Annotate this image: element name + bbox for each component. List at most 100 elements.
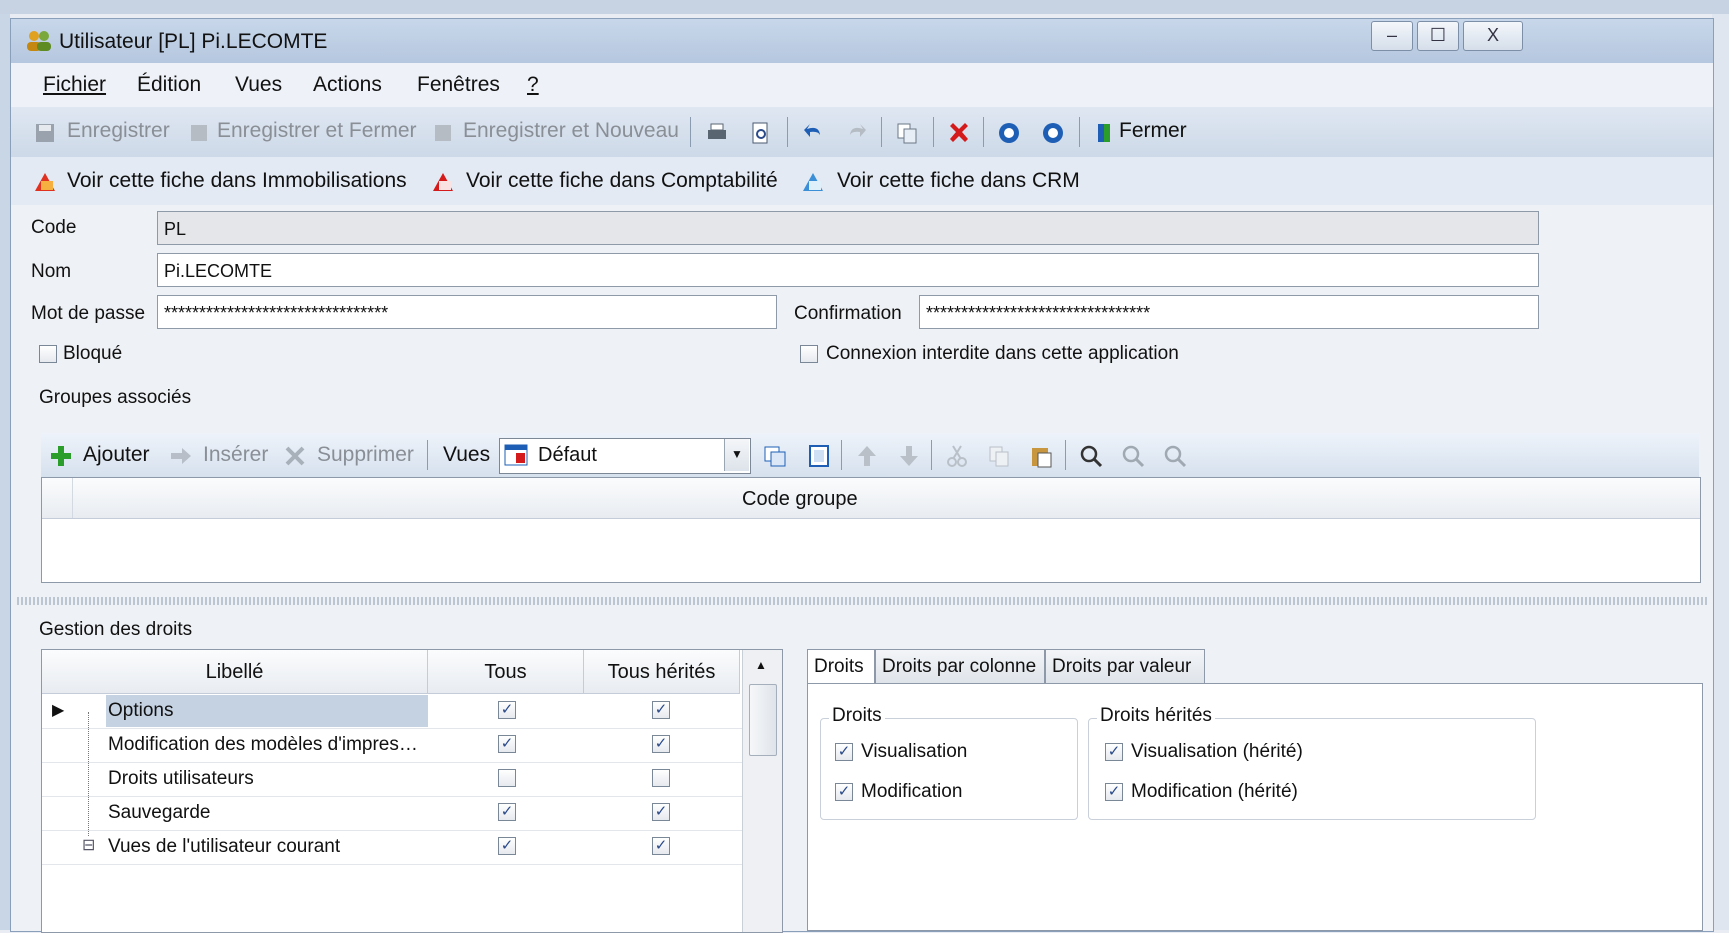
table-row[interactable]: ⊟ Vues de l'utilisateur courant ✓ ✓ bbox=[42, 830, 782, 865]
maximize-button[interactable]: ☐ bbox=[1417, 21, 1459, 51]
menu-fenetres[interactable]: Fenêtres bbox=[417, 73, 500, 97]
table-row[interactable]: Droits utilisateurs bbox=[42, 762, 782, 797]
arrow-up-icon[interactable] bbox=[855, 444, 879, 468]
modification-herite-checkbox[interactable]: ✓ bbox=[1105, 783, 1123, 801]
toolbar-separator bbox=[983, 117, 984, 147]
save-button[interactable]: Enregistrer bbox=[67, 119, 170, 143]
table-row[interactable]: ▶ Options ✓ ✓ bbox=[42, 694, 782, 729]
layout-icon[interactable] bbox=[807, 444, 831, 468]
table-row[interactable]: Modification des modèles d'impres… ✓ ✓ bbox=[42, 728, 782, 763]
background-app-strip bbox=[0, 0, 1729, 14]
password-label: Mot de passe bbox=[31, 303, 146, 324]
column-tous-herites[interactable]: Tous hérités bbox=[584, 650, 740, 694]
close-window-button[interactable]: X bbox=[1463, 21, 1523, 51]
tous-checkbox[interactable] bbox=[498, 769, 516, 787]
groups-grid: Code groupe bbox=[41, 477, 1701, 583]
scroll-up-icon[interactable]: ▲ bbox=[755, 658, 767, 672]
menu-fichier[interactable]: Fichier bbox=[43, 73, 106, 97]
droits-group-title: Droits bbox=[829, 705, 885, 727]
row-label: Droits utilisateurs bbox=[108, 768, 254, 789]
tous-herites-checkbox[interactable]: ✓ bbox=[652, 837, 670, 855]
exit-door-icon bbox=[1098, 124, 1110, 142]
undo-icon[interactable] bbox=[801, 121, 825, 145]
modification-checkbox[interactable]: ✓ bbox=[835, 783, 853, 801]
table-row[interactable]: Sauvegarde ✓ ✓ bbox=[42, 796, 782, 831]
next-record-icon[interactable] bbox=[1041, 121, 1065, 145]
add-button[interactable]: Ajouter bbox=[83, 443, 150, 467]
confirmation-label: Confirmation bbox=[794, 303, 902, 324]
print-icon[interactable] bbox=[705, 121, 729, 145]
visualisation-checkbox[interactable]: ✓ bbox=[835, 743, 853, 761]
tous-herites-checkbox[interactable]: ✓ bbox=[652, 735, 670, 753]
paste-icon[interactable] bbox=[1029, 444, 1053, 468]
scrollbar[interactable]: ▲ bbox=[742, 650, 782, 932]
password-field[interactable]: ******************************** bbox=[157, 295, 777, 329]
scrollbar-thumb[interactable] bbox=[749, 684, 777, 756]
columns-icon[interactable] bbox=[763, 444, 787, 468]
tous-herites-checkbox[interactable]: ✓ bbox=[652, 803, 670, 821]
chevron-down-icon[interactable]: ▼ bbox=[724, 439, 749, 471]
tous-herites-checkbox[interactable] bbox=[652, 769, 670, 787]
background-app-left bbox=[0, 14, 10, 930]
insert-button[interactable]: Insérer bbox=[203, 443, 268, 467]
search-icon[interactable] bbox=[1079, 444, 1103, 468]
nom-field[interactable]: Pi.LECOMTE bbox=[157, 253, 1539, 287]
tree-line bbox=[88, 712, 90, 836]
tab-droits-par-colonne[interactable]: Droits par colonne bbox=[875, 649, 1045, 683]
column-code-groupe[interactable]: Code groupe bbox=[742, 488, 858, 511]
tous-herites-checkbox[interactable]: ✓ bbox=[652, 701, 670, 719]
droits-herites-group-title: Droits hérités bbox=[1097, 705, 1215, 727]
column-tous[interactable]: Tous bbox=[428, 650, 584, 694]
visualisation-label: Visualisation bbox=[861, 741, 968, 762]
tab-droits[interactable]: Droits bbox=[807, 649, 875, 685]
menu-actions[interactable]: Actions bbox=[313, 73, 382, 97]
copy-icon[interactable] bbox=[895, 121, 919, 145]
link-comptabilite[interactable]: Voir cette fiche dans Comptabilité bbox=[466, 169, 778, 193]
tab-droits-par-valeur[interactable]: Droits par valeur bbox=[1045, 649, 1205, 683]
previous-record-icon[interactable] bbox=[997, 121, 1021, 145]
tree-expander-icon[interactable]: ⊟ bbox=[82, 835, 95, 855]
tab-content: Droits ✓ Visualisation ✓ Modification Dr… bbox=[807, 683, 1703, 931]
add-icon bbox=[51, 446, 71, 466]
tous-checkbox[interactable]: ✓ bbox=[498, 803, 516, 821]
link-immobilisations[interactable]: Voir cette fiche dans Immobilisations bbox=[67, 169, 407, 193]
views-dropdown[interactable]: Défaut ▼ bbox=[499, 438, 751, 474]
view-grid-icon bbox=[504, 444, 528, 466]
tous-checkbox[interactable]: ✓ bbox=[498, 837, 516, 855]
arrow-down-icon[interactable] bbox=[897, 444, 921, 468]
tous-checkbox[interactable]: ✓ bbox=[498, 735, 516, 753]
search-next-icon[interactable] bbox=[1121, 444, 1145, 468]
droits-herites-group: Droits hérités ✓ Visualisation (hérité) … bbox=[1088, 705, 1536, 820]
views-dropdown-value: Défaut bbox=[538, 444, 597, 466]
links-bar: Voir cette fiche dans Immobilisations Vo… bbox=[11, 157, 1713, 206]
minimize-button[interactable]: – bbox=[1371, 21, 1413, 51]
menu-vues[interactable]: Vues bbox=[235, 73, 282, 97]
tous-checkbox[interactable]: ✓ bbox=[498, 701, 516, 719]
visualisation-herite-checkbox[interactable]: ✓ bbox=[1105, 743, 1123, 761]
cut-icon[interactable] bbox=[945, 444, 969, 468]
close-button[interactable]: Fermer bbox=[1119, 119, 1187, 143]
rights-grid: Libellé Tous Tous hérités ▶ Options ✓ ✓ … bbox=[41, 649, 783, 933]
blocked-checkbox[interactable] bbox=[39, 345, 57, 363]
column-libelle[interactable]: Libellé bbox=[42, 650, 428, 694]
title-bar[interactable]: Utilisateur [PL] Pi.LECOMTE – ☐ X bbox=[11, 19, 1713, 63]
save-close-button[interactable]: Enregistrer et Fermer bbox=[217, 119, 417, 143]
toolbar-separator bbox=[931, 440, 932, 470]
menu-edition[interactable]: Édition bbox=[137, 73, 201, 97]
link-crm[interactable]: Voir cette fiche dans CRM bbox=[837, 169, 1080, 193]
confirmation-field[interactable]: ******************************** bbox=[919, 295, 1539, 329]
print-preview-icon[interactable] bbox=[749, 121, 773, 145]
menu-help[interactable]: ? bbox=[527, 73, 539, 97]
delete-button[interactable]: Supprimer bbox=[317, 443, 414, 467]
toolbar-separator bbox=[841, 440, 842, 470]
save-new-button[interactable]: Enregistrer et Nouveau bbox=[463, 119, 679, 143]
modification-label: Modification bbox=[861, 781, 963, 802]
search-previous-icon[interactable] bbox=[1163, 444, 1187, 468]
copy-icon[interactable] bbox=[987, 444, 1011, 468]
modification-herite-label: Modification (hérité) bbox=[1131, 781, 1298, 802]
delete-icon[interactable] bbox=[947, 121, 971, 145]
row-label: Modification des modèles d'impres… bbox=[108, 734, 418, 755]
forbidden-connection-checkbox[interactable] bbox=[800, 345, 818, 363]
redo-icon[interactable] bbox=[845, 121, 869, 145]
splitter[interactable] bbox=[17, 597, 1707, 605]
